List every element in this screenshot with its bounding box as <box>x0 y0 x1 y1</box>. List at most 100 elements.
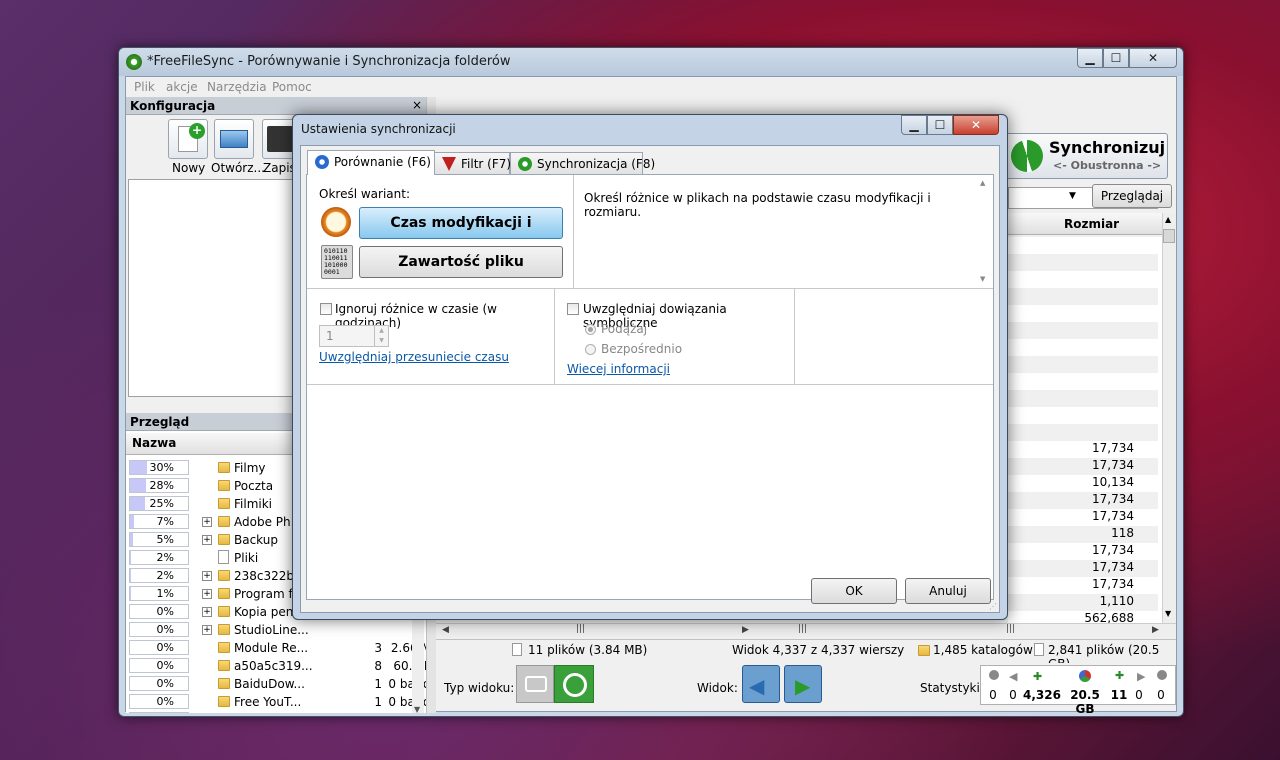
files-icon <box>1034 643 1044 656</box>
hscroll-grip[interactable]: ||| <box>576 624 585 634</box>
size-cell: 17,734 <box>1092 577 1134 591</box>
overview-row[interactable]: 0%Free YouT...10 bajtów <box>128 711 426 713</box>
symlinks-checkbox[interactable] <box>567 303 579 315</box>
direct-radio[interactable] <box>585 344 596 355</box>
stat-value-3: 4,326 <box>1023 688 1061 702</box>
expand-icon[interactable]: + <box>202 625 212 635</box>
tab-filter[interactable]: Filtr (F7) <box>434 152 511 174</box>
size-cell: 17,734 <box>1092 509 1134 523</box>
dialog-close-button[interactable]: ✕ <box>953 115 999 135</box>
ignore-time-checkbox[interactable] <box>320 303 332 315</box>
expand-icon[interactable]: + <box>202 607 212 617</box>
percent-bar: 5% <box>129 532 189 547</box>
percent-text: 0% <box>156 605 174 618</box>
scroll-up-icon[interactable]: ▲ <box>1165 215 1171 224</box>
bottom-bar: Typ widoku: Widok: ◀ ▶ Statystyki: ◀ ✚ ✚ <box>436 663 1176 716</box>
time-size-button[interactable]: Czas modyfikacji i rozmiar <box>359 207 563 261</box>
desc-scroll-down-icon[interactable]: ▼ <box>980 275 985 283</box>
options-section: Ignoruj różnice w czasie (w godzinach) 1… <box>307 289 993 385</box>
minimize-button[interactable]: ▁ <box>1077 48 1103 68</box>
scroll-down-arrow-icon[interactable]: ▼ <box>1165 609 1171 618</box>
synchronize-button[interactable]: Synchronizuj <- Obustronna -> <box>996 133 1168 179</box>
browse-button[interactable]: Przeglądaj <box>1092 184 1172 208</box>
resize-grip-icon[interactable]: ⋰ <box>989 602 997 611</box>
overview-row[interactable]: 0%BaiduDow...10 bajtów <box>128 675 426 693</box>
timeshift-link[interactable]: Uwzględniaj przesuniecie czasu <box>319 350 509 364</box>
percent-bar: 7% <box>129 514 189 529</box>
expand-icon[interactable]: + <box>202 517 212 527</box>
percent-fill <box>130 461 148 474</box>
dropdown-arrow-icon[interactable]: ▼ <box>1069 191 1076 201</box>
open-config-button[interactable] <box>214 119 254 159</box>
more-info-link[interactable]: Wiecej informacji <box>567 362 670 376</box>
menu-akcje[interactable]: akcje <box>166 80 198 94</box>
desc-scroll-up-icon[interactable]: ▲ <box>980 179 985 187</box>
compare-view-button[interactable] <box>516 665 554 703</box>
menu-plik[interactable]: Plik <box>134 80 155 94</box>
size-cell: 17,734 <box>1092 441 1134 455</box>
stat-value-7: 0 <box>1157 688 1165 702</box>
expand-icon[interactable]: + <box>202 535 212 545</box>
percent-bar: 28% <box>129 478 189 493</box>
overview-row[interactable]: 0%Module Re...32.66 MB <box>128 639 426 657</box>
stat-icon-1 <box>989 670 999 680</box>
expand-icon[interactable]: + <box>202 571 212 581</box>
stat-pie-icon <box>1079 670 1091 682</box>
folder-icon <box>218 534 230 545</box>
folder-icon <box>218 678 230 689</box>
description-text: Określ różnice w plikach na podstawie cz… <box>584 191 931 219</box>
size-column-header[interactable]: Rozmiar <box>1008 213 1162 235</box>
config-close-icon[interactable]: × <box>412 98 422 112</box>
time-hours-spinner[interactable]: 1 <box>319 325 375 347</box>
view-left-button[interactable]: ◀ <box>742 665 780 703</box>
hscroll-right-icon[interactable]: ▶ <box>742 625 749 635</box>
spinner-arrows[interactable]: ▲ ▼ <box>374 325 389 347</box>
close-button[interactable]: ✕ <box>1129 48 1177 68</box>
tab-comparison[interactable]: Porównanie (F6) <box>307 150 435 175</box>
percent-fill <box>130 569 132 582</box>
dialog-minimize-button[interactable]: ▁ <box>901 115 927 135</box>
stat-value-6: 0 <box>1135 688 1143 702</box>
time-hours-value: 1 <box>326 329 334 343</box>
horizontal-scrollbars[interactable]: ◀ ||| ▶ ||| ||| ▶ <box>436 623 1176 637</box>
row-count: 3 <box>374 641 382 655</box>
gear-green-icon <box>518 157 532 171</box>
overview-row[interactable]: 0% + StudioLine... <box>128 621 426 639</box>
row-name: StudioLine... <box>234 623 309 637</box>
hscroll-left-icon[interactable]: ◀ <box>442 625 449 635</box>
dialog-maximize-button[interactable]: ☐ <box>927 115 953 135</box>
arrow-left-icon: ◀ <box>749 674 765 698</box>
new-config-button[interactable]: + <box>168 119 208 159</box>
folder-icon <box>218 462 230 473</box>
tab-synchronization[interactable]: Synchronizacja (F8) <box>510 152 655 174</box>
expand-icon[interactable]: + <box>202 589 212 599</box>
scroll-thumb[interactable] <box>1163 229 1175 243</box>
time-options: Ignoruj różnice w czasie (w godzinach) 1… <box>307 289 555 385</box>
percent-text: 7% <box>156 515 174 528</box>
overview-row[interactable]: 0%Free YouT...10 bajtów <box>128 693 426 711</box>
size-cell <box>1008 390 1158 407</box>
folder-icon <box>218 624 230 635</box>
hscroll-right-icon-2[interactable]: ▶ <box>1152 625 1159 635</box>
grid-scrollbar[interactable]: ▲ ▼ <box>1162 213 1176 623</box>
sync-view-button[interactable] <box>554 665 594 703</box>
ok-button[interactable]: OK <box>811 578 897 604</box>
cancel-button[interactable]: Anuluj <box>905 578 991 604</box>
status-folders: 1,485 katalogów <box>933 643 1033 657</box>
gear-blue-icon <box>315 155 329 169</box>
file-content-button[interactable]: Zawartość pliku <box>359 246 563 278</box>
follow-radio[interactable] <box>585 324 596 335</box>
hscroll-grip-2[interactable]: ||| <box>798 624 807 634</box>
folder-icon <box>218 480 230 491</box>
hscroll-grip-3[interactable]: ||| <box>1006 624 1015 634</box>
symlink-options: Uwzględniaj dowiązania symboliczne Podąż… <box>555 289 795 385</box>
save-config-button[interactable] <box>262 119 296 159</box>
main-titlebar[interactable]: *FreeFileSync - Porównywanie i Synchroni… <box>119 48 1183 76</box>
view-right-button[interactable]: ▶ <box>784 665 822 703</box>
scroll-down-icon[interactable]: ▼ <box>414 705 420 714</box>
menu-pomoc[interactable]: Pomoc <box>272 80 312 94</box>
maximize-button[interactable]: ☐ <box>1103 48 1129 68</box>
menu-narzedzia[interactable]: Narzędzia <box>207 80 267 94</box>
overview-row[interactable]: 0%a50a5c319...860.0 KB <box>128 657 426 675</box>
file-icon <box>218 550 229 564</box>
